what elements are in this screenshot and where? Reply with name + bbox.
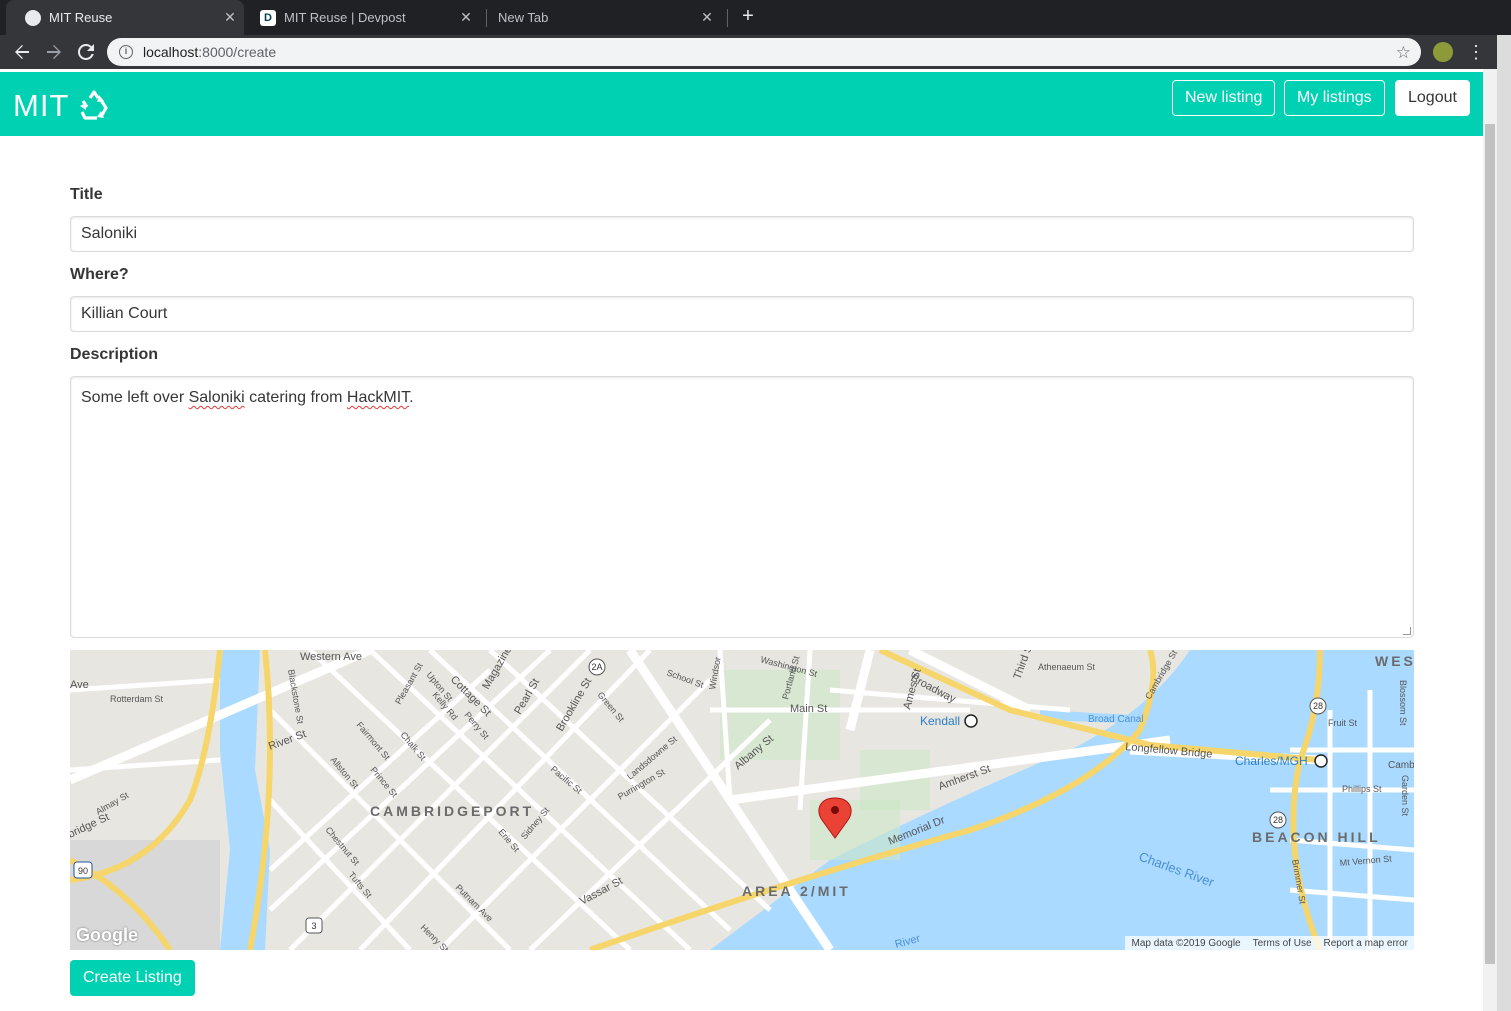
map-street-label: Athenaeum St	[1038, 662, 1096, 672]
route-shield-label: 3	[311, 921, 316, 931]
terms-link[interactable]: Terms of Use	[1253, 938, 1312, 949]
map-street-label: Erie St	[496, 827, 521, 855]
description-label: Description	[70, 346, 159, 363]
tab-mit-reuse[interactable]: MIT Reuse ✕	[6, 0, 244, 35]
tab-title: New Tab	[498, 10, 549, 25]
browser-toolbar: i localhost:8000/create ☆ ⋮	[0, 35, 1511, 69]
browser-tab-bar: MIT Reuse ✕ D MIT Reuse | Devpost ✕ New …	[0, 0, 1511, 35]
map-street-label: Green St	[595, 690, 626, 724]
address-bar[interactable]: i localhost:8000/create ☆	[107, 38, 1421, 66]
page-scrollbar[interactable]	[1483, 69, 1497, 1011]
tab-separator	[727, 9, 728, 27]
new-tab-button[interactable]: +	[737, 6, 759, 28]
map-street-label: Main St	[790, 703, 827, 715]
recycle-icon	[80, 90, 108, 120]
description-text: Some left over Saloniki catering from Ha…	[81, 389, 414, 406]
route-shield-label: 90	[78, 866, 88, 876]
tab-new-tab[interactable]: New Tab ✕	[487, 0, 727, 35]
profile-avatar[interactable]	[1433, 42, 1453, 62]
scrollbar-thumb[interactable]	[1485, 124, 1495, 964]
map-street-label: Fairmont St	[354, 720, 392, 762]
route-shield-label: 28	[1273, 815, 1283, 825]
bookmark-star-icon[interactable]: ☆	[1396, 43, 1411, 63]
logout-button[interactable]: Logout	[1395, 80, 1470, 116]
forward-button[interactable]	[41, 39, 67, 65]
window-edge	[1497, 35, 1511, 1011]
page-viewport: MIT New listing My listings Logout Title…	[0, 69, 1483, 1011]
close-tab-icon[interactable]: ✕	[222, 9, 238, 25]
reload-button[interactable]	[73, 39, 99, 65]
map-data-text: Map data ©2019 Google	[1131, 937, 1241, 949]
resize-handle[interactable]	[1403, 627, 1411, 635]
map-street-label: Third St	[1012, 650, 1036, 681]
where-input[interactable]: Killian Court	[70, 296, 1414, 332]
map-street-label: Ave	[70, 679, 89, 691]
tab-devpost[interactable]: D MIT Reuse | Devpost ✕	[246, 0, 486, 35]
location-map[interactable]: CAMBRIDGEPORT AREA 2/MIT BEACON HILL WES…	[70, 650, 1414, 950]
map-street-label: bridge St	[70, 811, 111, 840]
map-street-label: Western Ave	[300, 651, 362, 663]
create-listing-button[interactable]: Create Listing	[70, 960, 195, 996]
map-street-label: Blossom St	[1398, 680, 1408, 726]
map-street-label: Pacific St	[549, 764, 585, 796]
map-label-area2: AREA 2/MIT	[742, 883, 851, 899]
map-transit-kendall: Kendall	[920, 714, 960, 728]
tab-title: MIT Reuse | Devpost	[284, 10, 406, 25]
map-street-label: Rotterdam St	[110, 694, 164, 704]
map-street-label: Prince St	[368, 765, 399, 800]
map-street-label: Garden St	[1400, 775, 1410, 817]
tab-title: MIT Reuse	[49, 10, 113, 25]
globe-icon	[25, 9, 41, 26]
map-street-label: Phillips St	[1342, 784, 1382, 794]
url-path: :8000/create	[198, 44, 277, 60]
route-shield-label: 28	[1313, 701, 1323, 711]
brand-text: MIT	[13, 88, 70, 123]
report-error-link[interactable]: Report a map error	[1324, 938, 1408, 949]
google-logo[interactable]: Google	[76, 925, 138, 946]
map-street-label: Fruit St	[1328, 718, 1358, 728]
map-canvas: CAMBRIDGEPORT AREA 2/MIT BEACON HILL WES…	[70, 650, 1414, 950]
brand-logo[interactable]: MIT	[13, 88, 111, 124]
where-label: Where?	[70, 266, 129, 283]
close-tab-icon[interactable]: ✕	[699, 9, 715, 25]
my-listings-button[interactable]: My listings	[1284, 80, 1385, 116]
description-textarea[interactable]: Some left over Saloniki catering from Ha…	[70, 376, 1414, 638]
subway-icon	[1314, 754, 1328, 768]
map-street-label: Almay St	[94, 790, 131, 817]
title-input[interactable]: Saloniki	[70, 216, 1414, 252]
map-label-west-end: WES	[1375, 653, 1414, 669]
browser-menu-icon[interactable]: ⋮	[1466, 39, 1486, 65]
map-transit-charles: Charles/MGH	[1235, 754, 1308, 768]
map-street-label: Camb	[1388, 760, 1414, 771]
map-street-label: School St	[665, 667, 705, 690]
map-label-cambridgeport: CAMBRIDGEPORT	[370, 803, 534, 819]
url-host: localhost	[143, 44, 199, 60]
info-icon[interactable]: i	[119, 45, 133, 59]
reload-icon	[78, 44, 94, 60]
route-shield-label: 2A	[591, 662, 602, 672]
arrow-right-icon	[47, 45, 61, 59]
close-tab-icon[interactable]: ✕	[458, 9, 474, 25]
title-label: Title	[70, 186, 103, 203]
map-street-label: Henry St	[419, 922, 451, 950]
map-label-beacon-hill: BEACON HILL	[1252, 829, 1381, 845]
app-navbar: MIT New listing My listings Logout	[0, 72, 1483, 136]
subway-icon	[964, 714, 978, 728]
map-street-label: River St	[267, 728, 308, 753]
arrow-left-icon	[15, 45, 29, 59]
new-listing-button[interactable]: New listing	[1172, 80, 1276, 116]
map-street-label: Ames St	[901, 668, 923, 711]
back-button[interactable]	[9, 39, 35, 65]
devpost-favicon-icon: D	[260, 9, 276, 26]
map-street-label: Broad Canal	[1088, 714, 1144, 725]
map-attribution: Map data ©2019 Google Terms of Use Repor…	[1125, 936, 1414, 950]
